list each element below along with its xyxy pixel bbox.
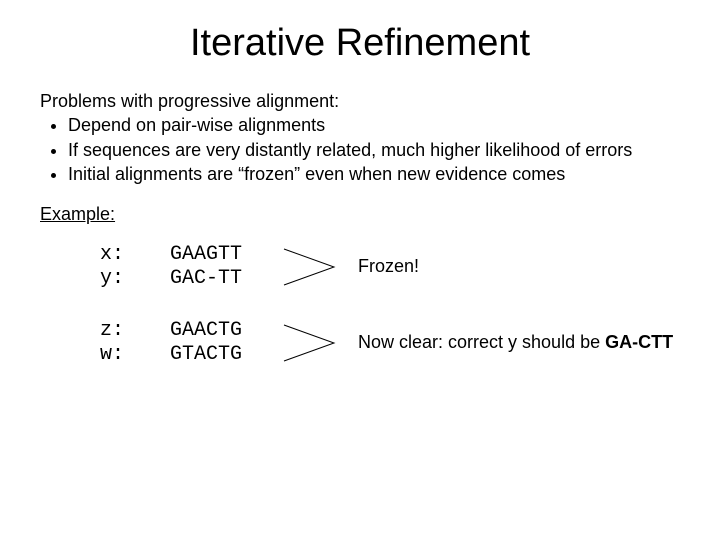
seq-w: GTACTG	[170, 343, 280, 367]
seq-label-x: x:	[100, 243, 170, 267]
problems-list: Depend on pair-wise alignments If sequen…	[40, 114, 680, 186]
sequence-labels: x: y:	[100, 243, 170, 291]
angle-bracket-icon	[280, 321, 340, 365]
alignment-row: x: y: GAAGTT GAC-TT Frozen!	[40, 243, 680, 291]
alignment-row: z: w: GAACTG GTACTG Now clear: correct y…	[40, 319, 680, 367]
sequence-labels: z: w:	[100, 319, 170, 367]
caption-text: Now clear: correct y should be	[358, 332, 605, 352]
example-heading: Example:	[40, 204, 680, 225]
row-caption: Now clear: correct y should be GA-CTT	[358, 332, 673, 353]
intro-text: Problems with progressive alignment:	[40, 91, 680, 112]
sequence-values: GAACTG GTACTG	[170, 319, 280, 367]
bullet-item: Depend on pair-wise alignments	[68, 114, 680, 137]
caption-text: Frozen!	[358, 256, 419, 276]
sequence-values: GAAGTT GAC-TT	[170, 243, 280, 291]
angle-bracket-icon	[280, 245, 340, 289]
row-caption: Frozen!	[358, 256, 419, 277]
seq-label-z: z:	[100, 319, 170, 343]
seq-label-y: y:	[100, 267, 170, 291]
seq-z: GAACTG	[170, 319, 280, 343]
seq-label-w: w:	[100, 343, 170, 367]
caption-correct-sequence: GA-CTT	[605, 332, 673, 352]
seq-x: GAAGTT	[170, 243, 280, 267]
seq-y: GAC-TT	[170, 267, 280, 291]
bullet-item: Initial alignments are “frozen” even whe…	[68, 163, 680, 186]
slide-title: Iterative Refinement	[40, 22, 680, 65]
bullet-item: If sequences are very distantly related,…	[68, 139, 680, 162]
